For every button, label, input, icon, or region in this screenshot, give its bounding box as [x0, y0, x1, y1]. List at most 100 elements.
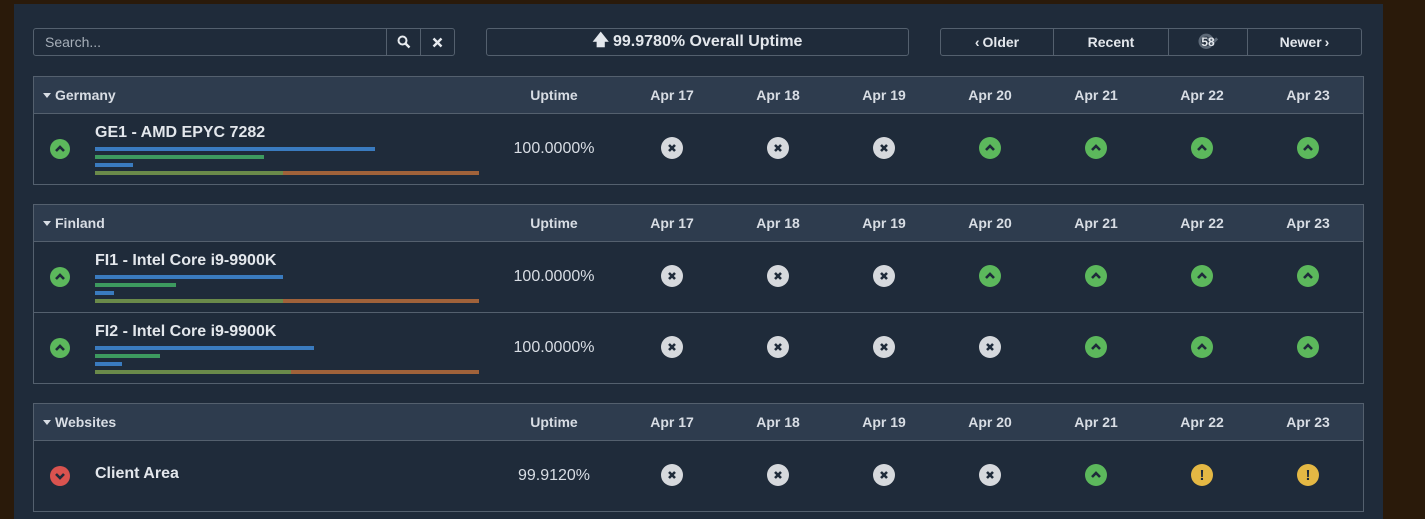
day-up-icon[interactable]	[1297, 137, 1319, 159]
disk-bar-free	[283, 171, 479, 175]
refresh-countdown: 58	[1201, 35, 1215, 49]
chevron-right-icon: ›	[1324, 34, 1330, 50]
day-up-icon[interactable]	[979, 265, 1001, 287]
day-up-icon[interactable]	[1085, 464, 1107, 486]
day-column-header: Apr 22	[1180, 414, 1224, 430]
monitor-row[interactable]: Client Area 99.9120%!!	[34, 441, 1363, 511]
status-down-icon	[50, 466, 70, 486]
day-column-header: Apr 20	[968, 87, 1012, 103]
day-column-header: Apr 20	[968, 414, 1012, 430]
group-header: Finland Uptime Apr 17 Apr 18 Apr 19 Apr 20 Apr…	[34, 205, 1363, 242]
uptime-column-header: Uptime	[530, 87, 578, 103]
disk-bar-free	[283, 299, 479, 303]
arrow-up-icon: 🡅	[592, 31, 609, 49]
day-no-data-icon[interactable]	[767, 336, 789, 358]
day-column-header: Apr 22	[1180, 87, 1224, 103]
uptime-value: 100.0000%	[513, 140, 595, 157]
day-no-data-icon[interactable]	[979, 336, 1001, 358]
recent-button[interactable]: Recent	[1054, 29, 1169, 55]
day-up-icon[interactable]	[1191, 137, 1213, 159]
disk-bar-used	[95, 171, 284, 175]
day-column-header: Apr 17	[650, 87, 694, 103]
monitor-row[interactable]: FI1 - Intel Core i9-9900K 100.0000%	[34, 242, 1363, 313]
status-up-icon	[50, 267, 70, 287]
disk-bar	[95, 171, 479, 175]
day-no-data-icon[interactable]	[767, 464, 789, 486]
day-no-data-icon[interactable]	[873, 265, 895, 287]
overall-uptime-button[interactable]: 🡅 99.9780% Overall Uptime	[486, 28, 909, 56]
day-up-icon[interactable]	[1297, 265, 1319, 287]
resource-bars	[95, 346, 479, 374]
monitor-name[interactable]: GE1 - AMD EPYC 7282	[95, 124, 265, 142]
refresh-button[interactable]: ⟳ 58	[1169, 29, 1248, 56]
monitor-row[interactable]: GE1 - AMD EPYC 7282 100.0000%	[34, 114, 1363, 184]
close-icon	[432, 37, 443, 47]
search-box	[33, 28, 455, 56]
resource-bar	[95, 291, 115, 295]
resource-bar	[95, 283, 176, 287]
newer-button[interactable]: Newer ›	[1248, 29, 1361, 55]
day-no-data-icon[interactable]	[661, 137, 683, 159]
search-input[interactable]	[34, 29, 386, 55]
day-column-header: Apr 19	[862, 215, 906, 231]
day-no-data-icon[interactable]	[979, 464, 1001, 486]
day-no-data-icon[interactable]	[873, 464, 895, 486]
day-no-data-icon[interactable]	[661, 464, 683, 486]
day-column-header: Apr 18	[756, 414, 800, 430]
resource-bar	[95, 163, 134, 167]
day-column-header: Apr 23	[1286, 414, 1330, 430]
group-toggle[interactable]: Germany	[43, 87, 116, 103]
exclamation-icon: !	[1305, 466, 1311, 484]
newer-label: Newer	[1279, 34, 1322, 50]
search-button[interactable]	[386, 29, 420, 55]
resource-bars	[95, 275, 479, 303]
day-up-icon[interactable]	[1191, 265, 1213, 287]
day-up-icon[interactable]	[1191, 336, 1213, 358]
monitor-name[interactable]: FI1 - Intel Core i9-9900K	[95, 252, 276, 270]
monitor-row[interactable]: FI2 - Intel Core i9-9900K 100.0000%	[34, 313, 1363, 383]
day-up-icon[interactable]	[979, 137, 1001, 159]
monitor-name[interactable]: Client Area	[95, 465, 179, 483]
status-panel: 🡅 99.9780% Overall Uptime ‹Older Recent …	[14, 4, 1383, 519]
status-up-icon	[50, 139, 70, 159]
caret-down-icon	[43, 419, 51, 425]
day-warning-icon[interactable]: !	[1191, 464, 1213, 486]
day-up-icon[interactable]	[1085, 265, 1107, 287]
monitor-name[interactable]: FI2 - Intel Core i9-9900K	[95, 323, 276, 341]
day-no-data-icon[interactable]	[661, 336, 683, 358]
day-column-header: Apr 17	[650, 215, 694, 231]
day-no-data-icon[interactable]	[873, 137, 895, 159]
group-name: Germany	[55, 87, 116, 103]
day-warning-icon[interactable]: !	[1297, 464, 1319, 486]
caret-down-icon	[43, 92, 51, 98]
pagination: ‹ Older Recent ⟳ 58 Newer ›	[940, 28, 1362, 56]
day-up-icon[interactable]	[1085, 137, 1107, 159]
uptime-value: 100.0000%	[513, 339, 595, 356]
resource-bar	[95, 354, 161, 358]
group-toggle[interactable]: Finland	[43, 215, 105, 231]
older-label: Older	[982, 34, 1020, 50]
caret-down-icon	[43, 220, 51, 226]
resource-bar	[95, 155, 264, 159]
day-no-data-icon[interactable]	[661, 265, 683, 287]
day-no-data-icon[interactable]	[767, 265, 789, 287]
day-up-icon[interactable]	[1085, 336, 1107, 358]
day-column-header: Apr 19	[862, 87, 906, 103]
day-column-header: Apr 23	[1286, 87, 1330, 103]
group-name: Finland	[55, 215, 105, 231]
older-button[interactable]: ‹ Older	[941, 29, 1054, 55]
group-toggle[interactable]: Websites	[43, 414, 116, 430]
resource-bar	[95, 346, 314, 350]
monitor-group: Germany Uptime Apr 17 Apr 18 Apr 19 Apr 20 Apr…	[33, 76, 1364, 185]
group-name: Websites	[55, 414, 117, 430]
status-up-icon	[50, 338, 70, 358]
resource-bar	[95, 275, 284, 279]
uptime-value: 99.9120%	[517, 467, 591, 484]
resource-bar	[95, 362, 122, 366]
day-no-data-icon[interactable]	[873, 336, 895, 358]
group-header: Websites Uptime Apr 17 Apr 18 Apr 19 Apr 20 Ap…	[34, 404, 1363, 441]
day-no-data-icon[interactable]	[767, 137, 789, 159]
day-column-header: Apr 18	[756, 87, 800, 103]
day-up-icon[interactable]	[1297, 336, 1319, 358]
clear-search-button[interactable]	[420, 29, 454, 55]
